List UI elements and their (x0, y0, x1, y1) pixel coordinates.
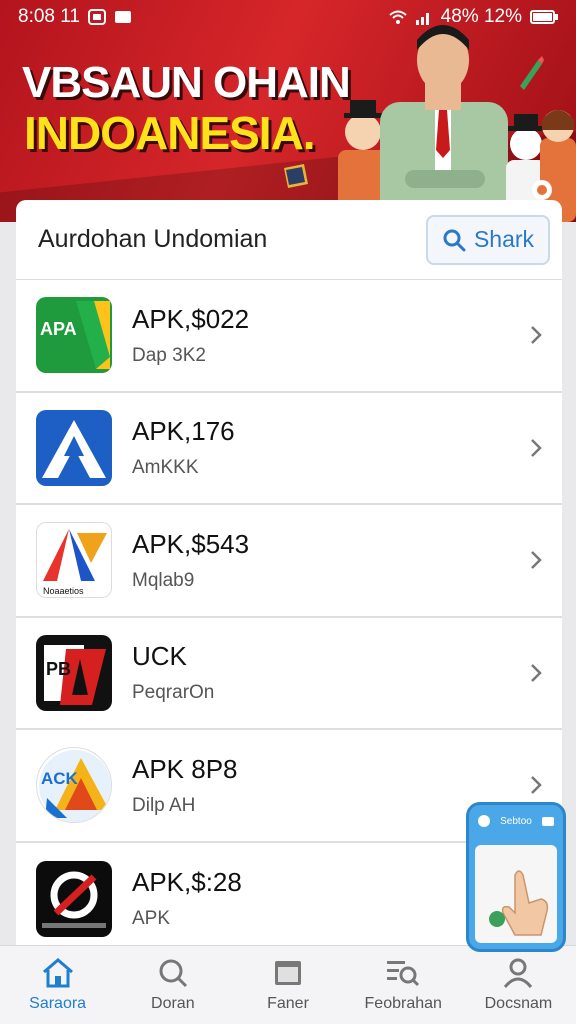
nav-label: Faner (267, 995, 309, 1012)
list-item[interactable]: APA APK,$022 Dap 3K2 (16, 280, 562, 393)
hand-pointer-icon (489, 870, 549, 936)
chevron-right-icon (531, 438, 542, 457)
item-subtitle: Dap 3K2 (132, 344, 206, 366)
ack-triangle-icon: ACK (36, 747, 112, 824)
home-icon (42, 958, 73, 988)
nav-label: Feobrahan (364, 995, 442, 1012)
camera-icon (541, 817, 554, 826)
folder-icon (275, 961, 301, 985)
notification-icon (87, 9, 106, 25)
list-item[interactable]: APK,176 AmKKK (16, 393, 562, 505)
list-item[interactable]: Noaaetios APK,$543 Mqlab9 (16, 505, 562, 618)
banner-illustration (338, 25, 576, 222)
phone-app-icon (478, 815, 490, 827)
nav-label: Saraora (29, 995, 87, 1012)
wifi-icon (388, 10, 407, 24)
nav-folder[interactable]: Faner (230, 946, 345, 1024)
search-icon (159, 959, 187, 988)
status-time: 8:08 11 (18, 6, 80, 27)
person-icon (504, 958, 533, 988)
search-button[interactable]: Shark (426, 214, 550, 265)
phone-label: Sebtoo (500, 815, 532, 827)
item-name: APK,176 (132, 416, 235, 447)
banner-title-line1: VBSAUN OHAIN (22, 58, 351, 107)
chevron-right-icon (531, 551, 542, 570)
search-button-label: Shark (473, 226, 535, 252)
item-subtitle: Mqlab9 (132, 569, 195, 591)
colorful-a-icon: Noaaetios (36, 522, 112, 599)
signal-icon (415, 13, 429, 25)
mail-icon (114, 11, 131, 23)
item-name: APK 8P8 (132, 753, 238, 784)
battery-icon (530, 10, 558, 24)
item-name: APK,$543 (132, 528, 250, 559)
nav-profile[interactable]: Docsnam (461, 946, 576, 1024)
status-battery-text: 48% 12% (440, 6, 522, 27)
search-icon (443, 229, 466, 251)
nav-label: Doran (151, 995, 195, 1012)
svg-text:APA: APA (40, 319, 77, 339)
svg-text:Noaaetios: Noaaetios (43, 586, 84, 596)
nav-home[interactable]: Saraora (0, 946, 115, 1024)
status-bar: 8:08 11 48% 12% (0, 0, 576, 34)
nav-label: Docsnam (484, 995, 553, 1012)
phone-header: Sebtoo (469, 805, 563, 837)
banner-title-line2: INDOANESIA. (24, 107, 316, 159)
item-name: APK,$022 (132, 303, 250, 334)
pdf-a-icon: PB (36, 634, 112, 711)
chevron-right-icon (531, 776, 542, 795)
nav-search[interactable]: Doran (115, 946, 230, 1024)
chevron-right-icon (531, 663, 542, 682)
flying-pencil-icon (520, 56, 544, 90)
svg-text:ACK: ACK (41, 769, 79, 788)
bottom-navigation: Saraora Doran Faner Feobrahan Docsnam (0, 945, 576, 1024)
green-apk-icon: APA (36, 297, 112, 374)
list-header: Aurdohan Undomian Shark (16, 200, 562, 280)
man-figure-icon (380, 25, 508, 222)
black-swirl-icon (36, 860, 112, 937)
nav-search-list[interactable]: Feobrahan (346, 946, 461, 1024)
list-title: Aurdohan Undomian (38, 225, 268, 253)
list-item[interactable]: PB UCK PeqrarOn (16, 618, 562, 730)
item-subtitle: AmKKK (132, 457, 199, 479)
chevron-right-icon (531, 326, 542, 345)
floating-phone-promo[interactable]: Sebtoo (466, 802, 566, 952)
item-name: UCK (132, 641, 187, 672)
blue-a-icon (36, 409, 112, 486)
phone-screen (475, 845, 557, 943)
svg-text:PB: PB (46, 659, 71, 679)
item-subtitle: PeqrarOn (132, 682, 215, 704)
search-list-icon (387, 961, 420, 987)
flying-book-icon (284, 164, 308, 188)
